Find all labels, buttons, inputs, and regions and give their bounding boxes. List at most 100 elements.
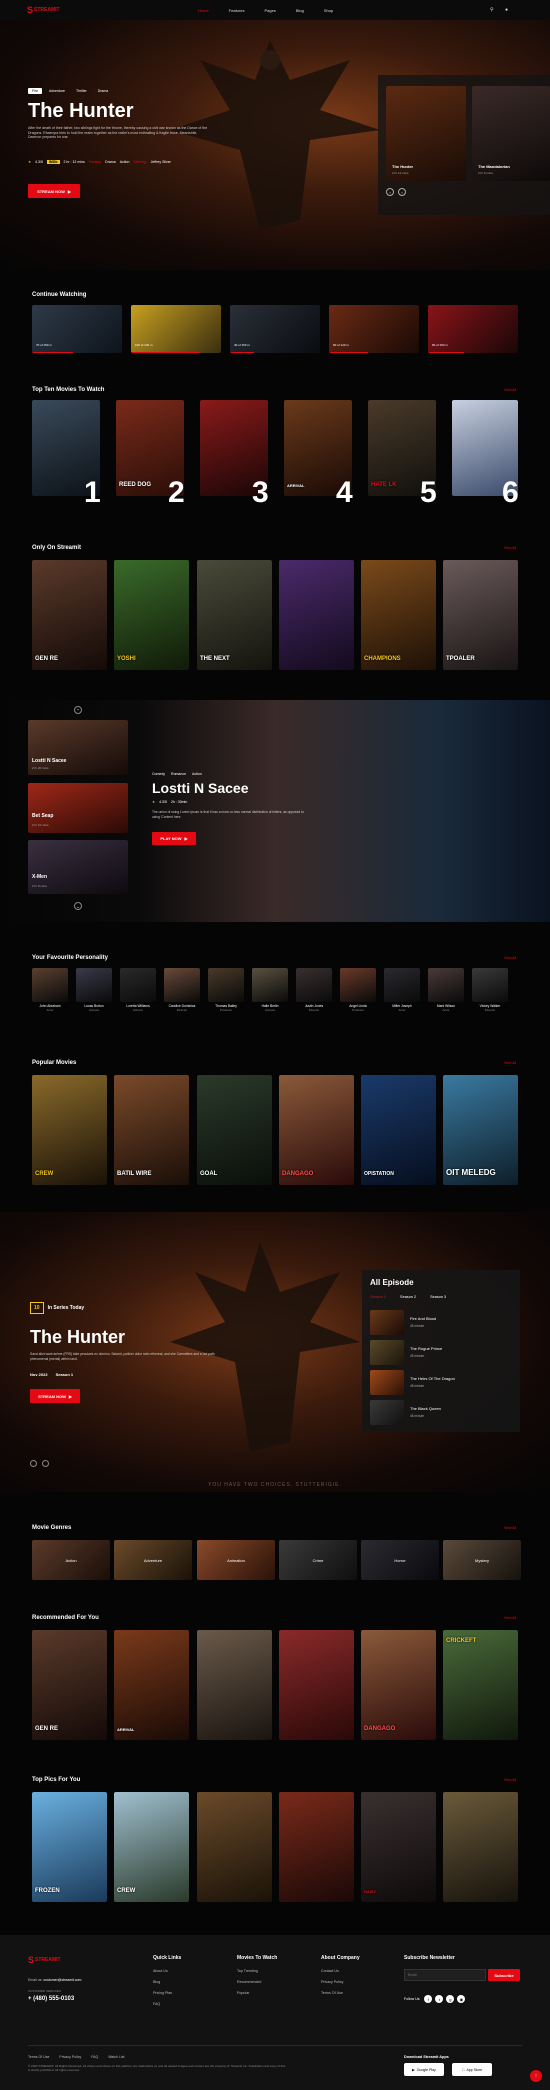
nav-pages[interactable]: Pages: [264, 8, 275, 13]
hero-next-icon[interactable]: ›: [398, 188, 406, 196]
play-now-button[interactable]: PLAY NOW ▶: [152, 832, 196, 845]
app-store-button[interactable]: App Store: [452, 2063, 492, 2076]
view-all-link[interactable]: View All: [504, 1061, 516, 1065]
google-play-button[interactable]: ▶ Google Play: [404, 2063, 444, 2076]
footer-bottom-link[interactable]: FAQ: [91, 2055, 98, 2059]
personality-card[interactable]: Miller Joseph Actor: [384, 968, 420, 1012]
popular-poster[interactable]: BATIL WIRE: [114, 1075, 189, 1185]
footer-link[interactable]: Contact Us: [321, 1969, 360, 1973]
recommended-poster[interactable]: [197, 1630, 272, 1740]
continue-card[interactable]: 100 of 130 m: [131, 305, 221, 353]
tab-season-2[interactable]: Season 2: [400, 1295, 416, 1299]
view-all-link[interactable]: View All: [504, 1778, 516, 1782]
footer-phone[interactable]: + (480) 555-0103: [28, 1996, 74, 2002]
tab-season-3[interactable]: Season 3: [430, 1295, 446, 1299]
recommended-poster[interactable]: GEN RE: [32, 1630, 107, 1740]
newsletter-email-input[interactable]: [404, 1969, 486, 1981]
twitter-icon[interactable]: t: [435, 1995, 444, 2003]
only-poster[interactable]: CHAMPIONS: [361, 560, 436, 670]
view-all-link[interactable]: View All: [504, 956, 516, 960]
continue-card[interactable]: 40 of 150 m: [230, 305, 320, 353]
featured-side-card[interactable]: X-Men 2 hr 9 mins: [28, 840, 128, 894]
top-pick-poster[interactable]: DAISY: [361, 1792, 436, 1902]
top-pick-poster[interactable]: [443, 1792, 518, 1902]
hero-tag[interactable]: Thriller: [72, 88, 91, 94]
only-poster[interactable]: TPOALER: [443, 560, 518, 670]
view-all-link[interactable]: View All: [504, 546, 516, 550]
footer-logo[interactable]: S STREAMIT: [28, 1955, 61, 1965]
view-all-link[interactable]: View All: [504, 388, 516, 392]
top-pick-poster[interactable]: CREW: [114, 1792, 189, 1902]
back-to-top-button[interactable]: ↑: [530, 2070, 542, 2082]
footer-bottom-link[interactable]: Privacy Policy: [59, 2055, 81, 2059]
personality-card[interactable]: Angel Linda Producer: [340, 968, 376, 1012]
footer-link[interactable]: Terms Of Use: [321, 1991, 360, 1995]
footer-email-value[interactable]: customer@streamit.com: [43, 1978, 81, 1982]
continue-card[interactable]: 70 of 150 m: [32, 305, 122, 353]
view-all-link[interactable]: View All: [504, 1616, 516, 1620]
only-poster[interactable]: THE NEXT: [197, 560, 272, 670]
popular-poster[interactable]: DANGAGO: [279, 1075, 354, 1185]
nav-home[interactable]: Home: [198, 8, 209, 13]
tv-next-icon[interactable]: [42, 1460, 49, 1467]
personality-card[interactable]: Thomas Bailey Producer: [208, 968, 244, 1012]
hero-tag[interactable]: Fire: [28, 88, 43, 94]
stream-now-button[interactable]: STREAM NOW ▶: [28, 184, 80, 198]
featured-down-icon[interactable]: ⌄: [74, 902, 82, 910]
footer-link[interactable]: Popular: [237, 1991, 277, 1995]
featured-side-card[interactable]: Lostti N Sacee 2 hr 20 mins: [28, 720, 128, 775]
hero-tag[interactable]: Drama: [94, 88, 113, 94]
instagram-icon[interactable]: ◉: [457, 1995, 466, 2003]
recommended-poster[interactable]: CRICKEFT: [443, 1630, 518, 1740]
hero-side-card[interactable]: The Mandalorian 2 hr 6 mins: [472, 86, 550, 181]
hero-side-card[interactable]: The Hunter 2 hr 12 mins: [386, 86, 466, 181]
episode-item[interactable]: The Rogue Prince 45 minute: [370, 1340, 510, 1367]
footer-link[interactable]: Top Trending: [237, 1969, 277, 1973]
personality-card[interactable]: Justin Jones Director: [296, 968, 332, 1012]
continue-card[interactable]: 60 of 150 m: [428, 305, 518, 353]
only-poster[interactable]: [279, 560, 354, 670]
footer-link[interactable]: Pricing Plan: [153, 1991, 181, 1995]
personality-card[interactable]: Halle Berlin Actress: [252, 968, 288, 1012]
personality-card[interactable]: Vickey Walker Director: [472, 968, 508, 1012]
facebook-icon[interactable]: f: [424, 1995, 433, 2003]
subscribe-button[interactable]: Subscribe: [488, 1969, 520, 1981]
genre-card[interactable]: Crime: [279, 1540, 357, 1580]
recommended-poster[interactable]: [279, 1630, 354, 1740]
continue-card[interactable]: 60 of 140 m: [329, 305, 419, 353]
nav-blog[interactable]: Blog: [296, 8, 304, 13]
user-icon[interactable]: ●: [505, 7, 508, 13]
genre-card[interactable]: Horror: [361, 1540, 439, 1580]
nav-features[interactable]: Features: [229, 8, 245, 13]
episode-item[interactable]: The Black Queen 45 minute: [370, 1400, 510, 1427]
github-icon[interactable]: g: [446, 1995, 455, 2003]
search-icon[interactable]: ⚲: [490, 7, 494, 13]
nav-shop[interactable]: Shop: [324, 8, 333, 13]
featured-side-card[interactable]: Bet Seap 2 hr 10 mins: [28, 783, 128, 833]
footer-bottom-link[interactable]: Terms Of Use: [28, 2055, 49, 2059]
footer-link[interactable]: About Us: [153, 1969, 181, 1973]
featured-up-icon[interactable]: ⌃: [74, 706, 82, 714]
personality-card[interactable]: Loretta Williams Actress: [120, 968, 156, 1012]
personality-card[interactable]: Lucas Burton Actress: [76, 968, 112, 1012]
recommended-poster[interactable]: ARRIVAL: [114, 1630, 189, 1740]
personality-card[interactable]: Candice Dominica Director: [164, 968, 200, 1012]
footer-link[interactable]: FAQ: [153, 2002, 181, 2006]
stream-now-button[interactable]: STREAM NOW ▶: [30, 1389, 80, 1403]
top-pick-poster[interactable]: [197, 1792, 272, 1902]
episode-item[interactable]: Fire And Blood 45 minute: [370, 1310, 510, 1337]
view-all-link[interactable]: View All: [504, 1526, 516, 1530]
top-pick-poster[interactable]: FROZEN: [32, 1792, 107, 1902]
popular-poster[interactable]: GOAL: [197, 1075, 272, 1185]
genre-card[interactable]: Action: [32, 1540, 110, 1580]
genre-card[interactable]: Adventure: [114, 1540, 192, 1580]
popular-poster[interactable]: OPISTATION: [361, 1075, 436, 1185]
recommended-poster[interactable]: DANGAGO: [361, 1630, 436, 1740]
popular-poster[interactable]: CREW: [32, 1075, 107, 1185]
footer-bottom-link[interactable]: Watch List: [108, 2055, 124, 2059]
logo[interactable]: S STREAMIT: [27, 5, 60, 15]
episode-item[interactable]: The Heirs Of The Dragon 45 minute: [370, 1370, 510, 1397]
only-poster[interactable]: GEN RE: [32, 560, 107, 670]
personality-card[interactable]: Mark Wilson Actor: [428, 968, 464, 1012]
genre-card[interactable]: Mystery: [443, 1540, 521, 1580]
